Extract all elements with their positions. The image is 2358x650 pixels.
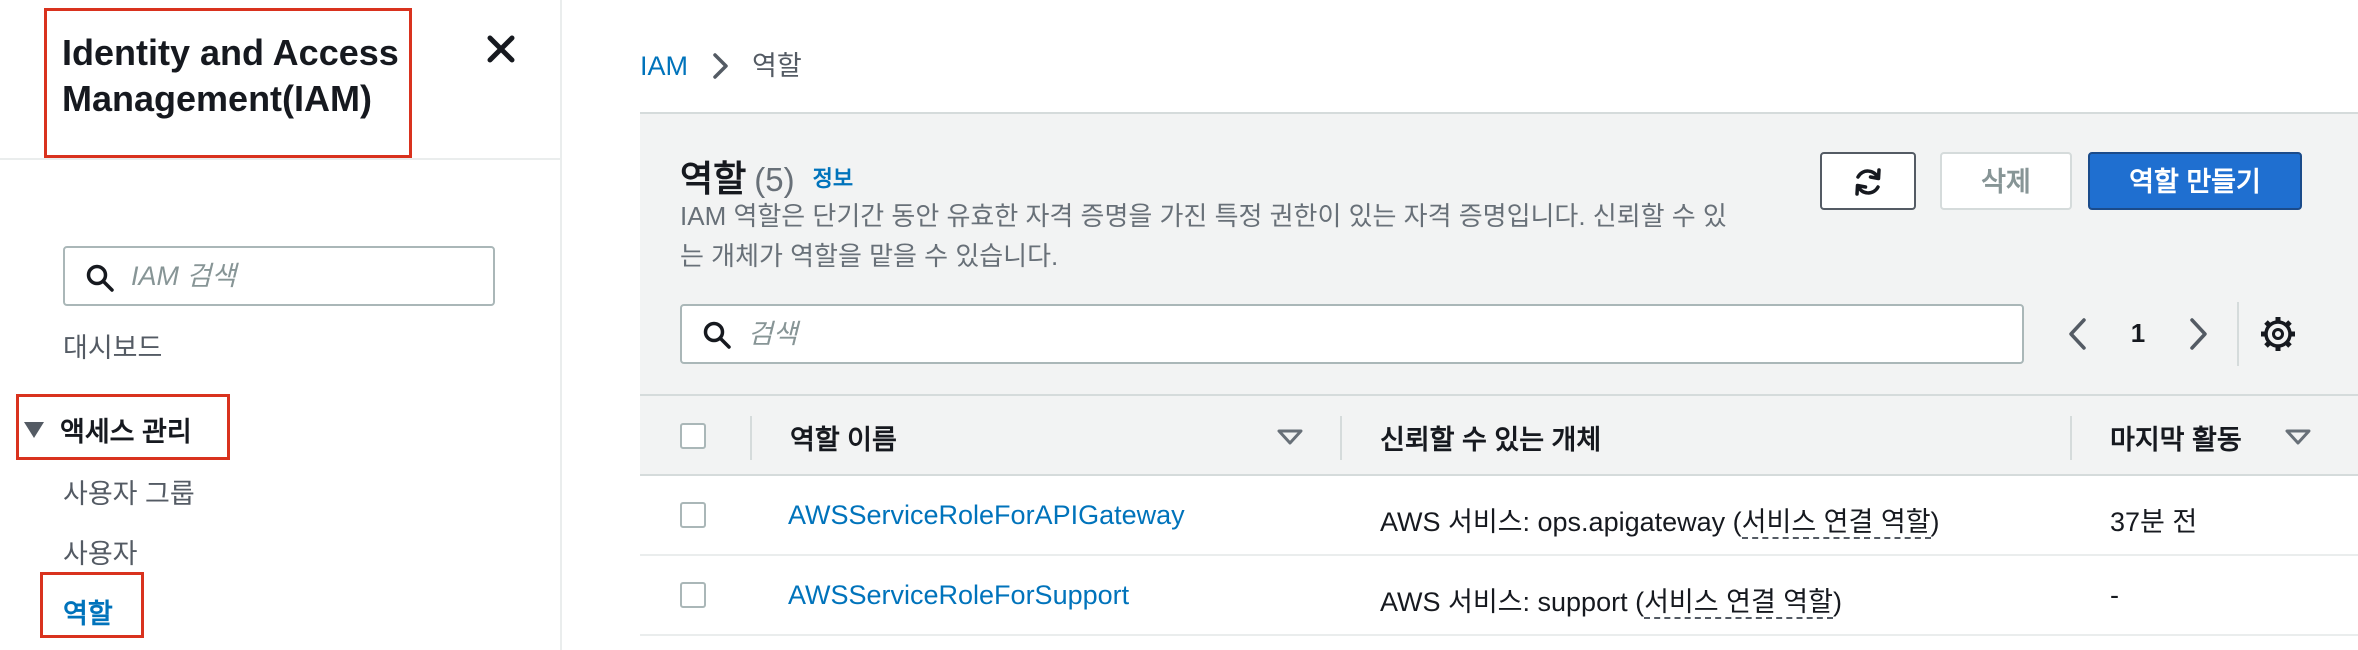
sidebar-divider <box>0 158 560 160</box>
create-role-button[interactable]: 역할 만들기 <box>2088 152 2302 210</box>
sidebar-search-box <box>63 246 495 306</box>
role-name-link[interactable]: AWSServiceRoleForAPIGateway <box>788 500 1185 531</box>
panel-description: IAM 역할은 단기간 동안 유효한 자격 증명을 가진 특정 권한이 있는 자… <box>680 201 1727 271</box>
breadcrumb-current: 역할 <box>752 51 802 81</box>
page-number[interactable]: 1 <box>2120 318 2156 349</box>
sidebar-section-label: 액세스 관리 <box>60 417 192 447</box>
sidebar-search-input[interactable] <box>131 256 481 296</box>
search-icon <box>86 264 114 292</box>
roles-search-input[interactable] <box>748 314 1998 354</box>
roles-search-box <box>680 304 2024 364</box>
service-linked-role-tooltip[interactable]: 서비스 연결 역할 <box>1741 507 1931 539</box>
column-header-last-activity[interactable]: 마지막 활동 <box>2110 418 2242 457</box>
row-checkbox[interactable] <box>680 502 706 528</box>
chevron-left-icon[interactable] <box>2060 314 2096 354</box>
role-name-link[interactable]: AWSServiceRoleForSupport <box>788 580 1129 611</box>
last-activity-cell: 37분 전 <box>2110 507 2198 537</box>
sidebar-section-access-management[interactable]: 액세스 관리 <box>24 410 192 449</box>
sidebar-title: Identity and Access Management(IAM) <box>62 30 422 122</box>
last-activity-cell: - <box>2110 580 2119 610</box>
sidebar-title-line2: Management(IAM) <box>62 78 373 119</box>
sidebar-item-dashboard[interactable]: 대시보드 <box>63 326 162 365</box>
column-header-trusted-entity[interactable]: 신뢰할 수 있는 개체 <box>1380 418 1601 457</box>
sort-icon[interactable] <box>1276 428 1304 446</box>
trusted-entity-cell: AWS 서비스: support (서비스 연결 역할) <box>1380 580 1842 619</box>
sidebar-title-line1: Identity and Access <box>62 32 399 73</box>
breadcrumb-iam-link[interactable]: IAM <box>640 51 688 81</box>
column-header-role-name[interactable]: 역할 이름 <box>790 418 897 457</box>
sidebar-item-roles[interactable]: 역할 <box>63 592 113 631</box>
row-checkbox[interactable] <box>680 582 706 608</box>
column-divider <box>750 416 752 460</box>
table-row: AWSServiceRoleForSupport AWS 서비스: suppor… <box>640 556 2358 636</box>
chevron-right-icon <box>713 53 728 79</box>
refresh-button[interactable] <box>1820 152 1916 210</box>
sidebar-item-user-groups[interactable]: 사용자 그룹 <box>63 472 195 511</box>
breadcrumb: IAM 역할 <box>640 44 802 83</box>
table-row: AWSServiceRoleForAPIGateway AWS 서비스: ops… <box>640 476 2358 556</box>
roles-panel: 역할 (5) 정보 IAM 역할은 단기간 동안 유효한 자격 증명을 가진 특정 … <box>640 114 2358 650</box>
page-title: 역할 <box>680 158 747 199</box>
column-divider <box>2070 416 2072 460</box>
trusted-entity-text: AWS 서비스: support ( <box>1380 587 1645 617</box>
close-icon[interactable] <box>484 32 518 66</box>
pager-divider <box>2237 302 2239 366</box>
caret-down-icon <box>24 422 44 438</box>
sidebar-item-users[interactable]: 사용자 <box>63 532 138 571</box>
trusted-entity-cell: AWS 서비스: ops.apigateway (서비스 연결 역할) <box>1380 500 1940 539</box>
table-header: 역할 이름 신뢰할 수 있는 개체 마지막 활동 <box>640 396 2358 476</box>
chevron-right-icon[interactable] <box>2180 314 2216 354</box>
column-divider <box>1340 416 1342 460</box>
delete-button[interactable]: 삭제 <box>1940 152 2072 210</box>
panel-title: 역할 (5) 정보 <box>680 150 853 202</box>
trusted-entity-text: AWS 서비스: ops.apigateway ( <box>1380 507 1742 537</box>
trusted-entity-suffix: ) <box>1930 507 1940 537</box>
panel-header: 역할 (5) 정보 IAM 역할은 단기간 동안 유효한 자격 증명을 가진 특정 … <box>640 114 2358 396</box>
gear-icon[interactable] <box>2258 314 2298 354</box>
select-all-checkbox[interactable] <box>680 423 706 449</box>
sort-icon[interactable] <box>2284 428 2312 446</box>
info-link[interactable]: 정보 <box>813 166 853 191</box>
search-icon <box>703 321 731 349</box>
trusted-entity-suffix: ) <box>1832 587 1842 617</box>
service-linked-role-tooltip[interactable]: 서비스 연결 역할 <box>1644 587 1833 619</box>
role-count: (5) <box>754 161 795 198</box>
sidebar: Identity and Access Management(IAM) 대시보드… <box>0 0 562 650</box>
refresh-icon <box>1855 168 1881 196</box>
